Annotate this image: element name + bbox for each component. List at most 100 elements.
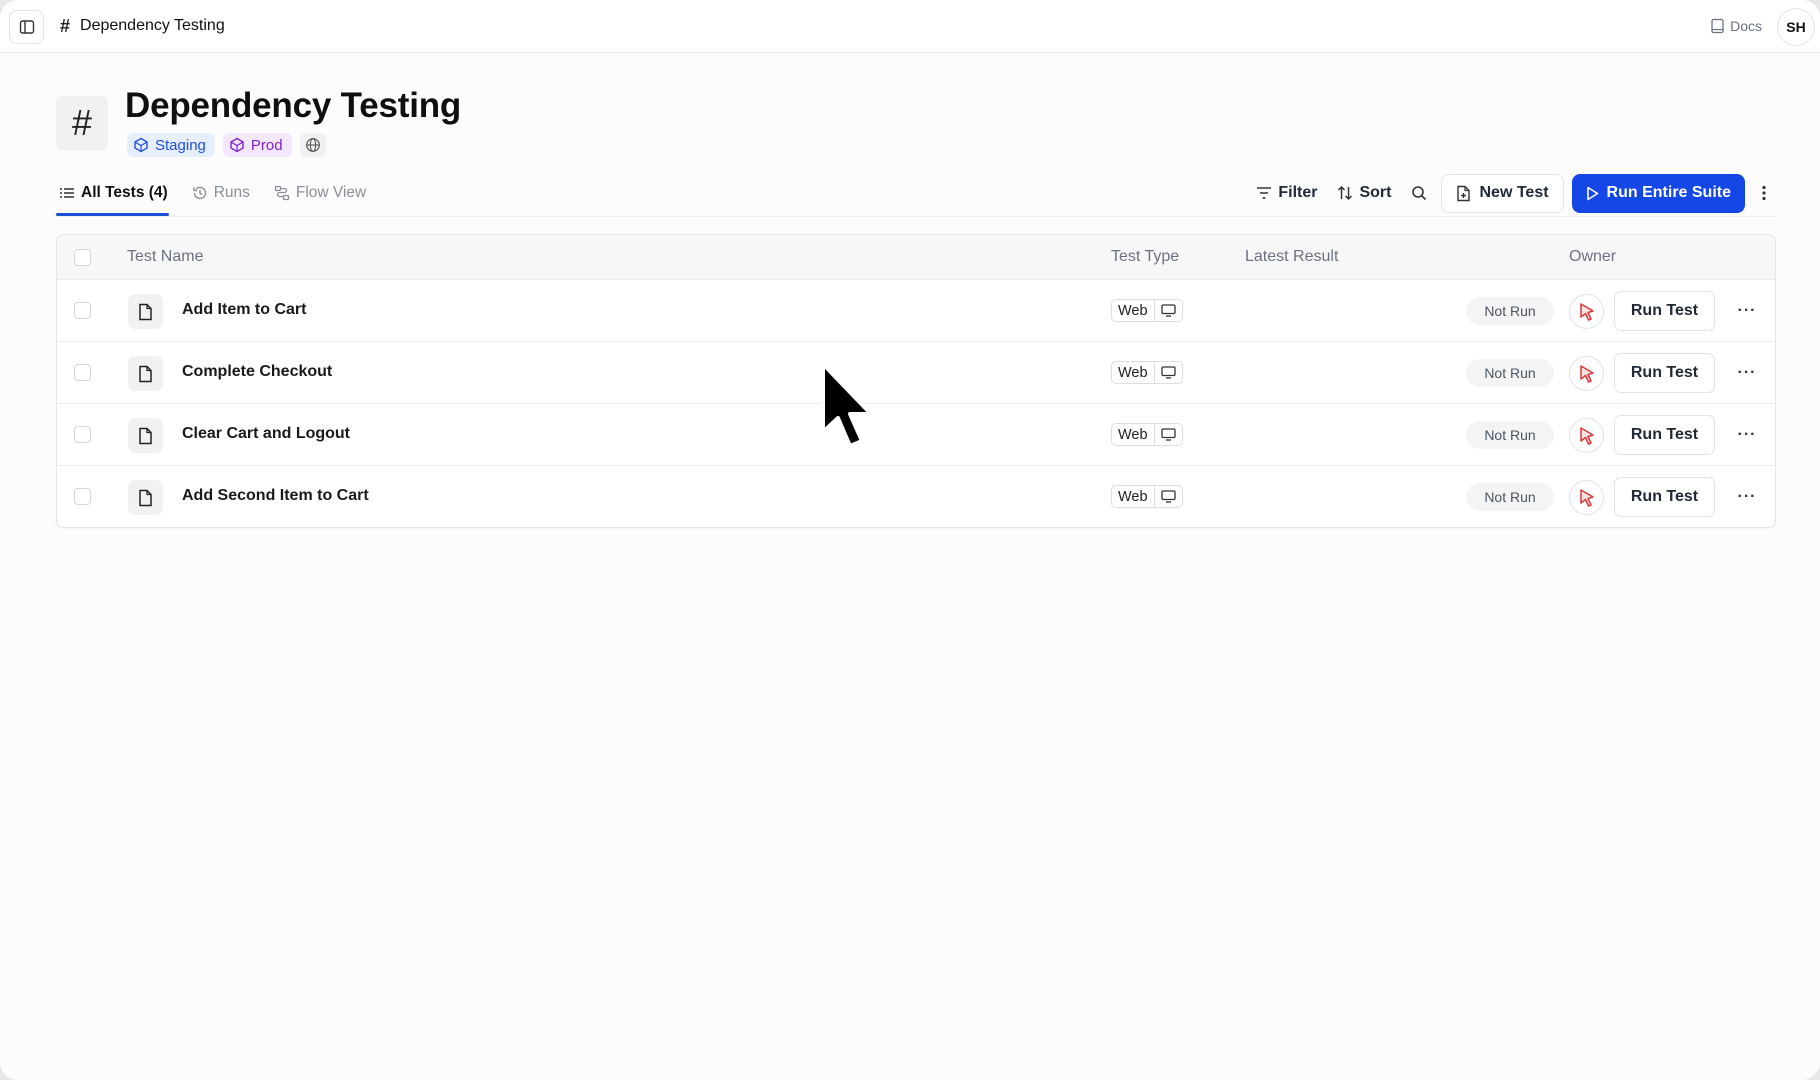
- tabs-divider: [56, 216, 1776, 217]
- test-type-badge: Web: [1111, 361, 1183, 384]
- column-header-test-type[interactable]: Test Type: [1111, 248, 1179, 266]
- monitor-icon: [1153, 486, 1182, 507]
- owner-logo-icon: [1579, 426, 1594, 445]
- environment-list: Staging Prod: [127, 133, 326, 157]
- row-more-icon[interactable]: ···: [1734, 360, 1760, 386]
- tab-label: Runs: [213, 184, 250, 201]
- sort-button[interactable]: Sort: [1331, 175, 1397, 211]
- cube-icon: [230, 137, 244, 153]
- test-type-label: Web: [1118, 488, 1148, 505]
- search-button[interactable]: [1405, 175, 1433, 211]
- filter-button[interactable]: Filter: [1250, 175, 1323, 211]
- tab-runs[interactable]: Runs: [189, 180, 253, 206]
- row-more-icon[interactable]: ···: [1734, 484, 1760, 510]
- new-test-label: New Test: [1479, 184, 1549, 201]
- sort-icon: [1338, 185, 1353, 201]
- test-type-badge: Web: [1111, 423, 1183, 446]
- top-bar: # Dependency Testing Docs SH: [0, 0, 1820, 53]
- flow-icon: [274, 185, 290, 201]
- owner-logo-icon: [1579, 302, 1594, 321]
- column-header-owner[interactable]: Owner: [1569, 248, 1616, 266]
- breadcrumb-title: Dependency Testing: [80, 17, 225, 34]
- test-type-label: Web: [1118, 364, 1148, 381]
- sort-label: Sort: [1359, 184, 1392, 201]
- toolbar: Filter Sort New Test Run Entire Suite: [1250, 173, 1775, 213]
- row-checkbox[interactable]: [74, 302, 91, 319]
- test-type-badge: Web: [1111, 299, 1183, 322]
- status-badge: Not Run: [1466, 297, 1554, 325]
- status-badge: Not Run: [1466, 421, 1554, 449]
- owner-avatar[interactable]: [1569, 418, 1604, 453]
- row-more-icon[interactable]: ···: [1734, 422, 1760, 448]
- row-checkbox[interactable]: [74, 488, 91, 505]
- table-row[interactable]: Add Second Item to Cart Web Not Run Run …: [57, 466, 1775, 527]
- breadcrumb: # Dependency Testing: [60, 15, 225, 37]
- sidebar-icon: [19, 20, 34, 34]
- page-title: Dependency Testing: [125, 86, 462, 125]
- run-test-button[interactable]: Run Test: [1614, 291, 1715, 331]
- cube-icon: [134, 137, 148, 153]
- filter-label: Filter: [1278, 184, 1318, 201]
- column-header-latest-result[interactable]: Latest Result: [1245, 248, 1338, 266]
- env-tag-prod[interactable]: Prod: [222, 133, 292, 157]
- file-icon: [128, 356, 163, 391]
- row-checkbox[interactable]: [74, 364, 91, 381]
- table-row[interactable]: Clear Cart and Logout Web Not Run Run Te…: [57, 404, 1775, 466]
- env-tag-staging[interactable]: Staging: [127, 133, 215, 157]
- page-hash-icon: #: [56, 96, 108, 150]
- file-icon: [128, 480, 163, 515]
- owner-avatar[interactable]: [1569, 480, 1604, 515]
- env-tag-label: Prod: [250, 136, 283, 154]
- run-test-button[interactable]: Run Test: [1614, 415, 1715, 455]
- table-row[interactable]: Add Item to Cart Web Not Run Run Test ··…: [57, 280, 1775, 342]
- env-tag-global[interactable]: [299, 133, 326, 157]
- test-name[interactable]: Add Second Item to Cart: [182, 487, 369, 505]
- tests-table: Test Name Test Type Latest Result Owner …: [56, 234, 1776, 528]
- list-icon: [60, 188, 74, 198]
- book-icon: [1711, 18, 1724, 34]
- run-suite-label: Run Entire Suite: [1606, 184, 1731, 201]
- status-badge: Not Run: [1466, 483, 1554, 511]
- user-avatar[interactable]: SH: [1777, 8, 1815, 46]
- history-icon: [193, 186, 206, 200]
- file-icon: [128, 418, 163, 453]
- docs-link[interactable]: Docs: [1710, 15, 1762, 37]
- tab-flow-view[interactable]: Flow View: [271, 180, 369, 206]
- more-vertical-icon: [1762, 185, 1766, 201]
- table-header: Test Name Test Type Latest Result Owner: [57, 235, 1775, 280]
- test-type-badge: Web: [1111, 485, 1183, 508]
- play-icon: [1586, 186, 1598, 200]
- select-all-checkbox[interactable]: [74, 249, 91, 266]
- monitor-icon: [1153, 362, 1182, 383]
- test-name[interactable]: Complete Checkout: [182, 363, 332, 381]
- test-type-label: Web: [1118, 426, 1148, 443]
- row-more-icon[interactable]: ···: [1734, 298, 1760, 324]
- more-options-button[interactable]: [1753, 175, 1775, 211]
- test-name[interactable]: Clear Cart and Logout: [182, 425, 350, 443]
- run-test-button[interactable]: Run Test: [1614, 353, 1715, 393]
- tab-all-tests[interactable]: All Tests (4): [56, 180, 171, 206]
- column-header-test-name[interactable]: Test Name: [127, 248, 203, 266]
- mouse-cursor-icon: [821, 362, 873, 448]
- monitor-icon: [1153, 300, 1182, 321]
- test-name[interactable]: Add Item to Cart: [182, 301, 306, 319]
- owner-avatar[interactable]: [1569, 294, 1604, 329]
- row-checkbox[interactable]: [74, 426, 91, 443]
- status-badge: Not Run: [1466, 359, 1554, 387]
- file-plus-icon: [1457, 185, 1471, 201]
- monitor-icon: [1153, 424, 1182, 445]
- sidebar-toggle-button[interactable]: [9, 10, 44, 44]
- table-row[interactable]: Complete Checkout Web Not Run Run Test ·…: [57, 342, 1775, 404]
- hash-icon: #: [60, 15, 71, 36]
- search-icon: [1412, 186, 1427, 201]
- docs-label: Docs: [1730, 18, 1762, 34]
- run-entire-suite-button[interactable]: Run Entire Suite: [1571, 173, 1745, 213]
- owner-avatar[interactable]: [1569, 356, 1604, 391]
- view-tabs: All Tests (4) Runs Flow View: [56, 180, 369, 216]
- new-test-button[interactable]: New Test: [1441, 173, 1564, 213]
- test-type-label: Web: [1118, 302, 1148, 319]
- run-test-button[interactable]: Run Test: [1614, 477, 1715, 517]
- tab-label: Flow View: [295, 184, 367, 201]
- file-icon: [128, 294, 163, 329]
- app-window: # Dependency Testing Docs SH # Dependenc…: [0, 0, 1820, 1080]
